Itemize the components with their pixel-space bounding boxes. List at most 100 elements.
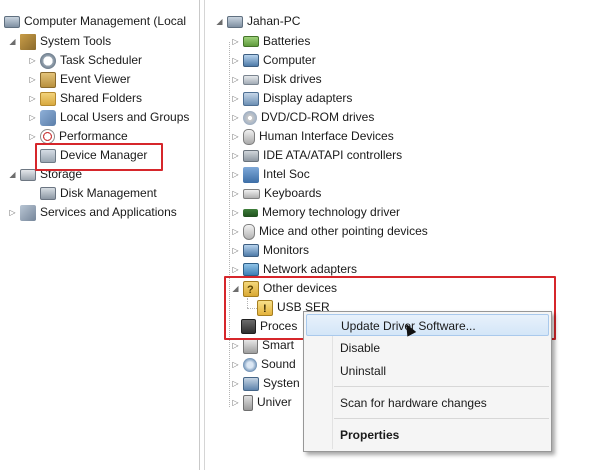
expand-arrow-icon[interactable]: ▷ xyxy=(28,108,37,127)
menu-separator xyxy=(334,386,549,387)
device-category-disk-drives[interactable]: ▷ Disk drives xyxy=(231,70,322,89)
expand-arrow-icon[interactable]: ▷ xyxy=(231,374,240,393)
expand-arrow-icon[interactable]: ▷ xyxy=(28,127,37,146)
device-category-ide-ata-atapi[interactable]: ▷ IDE ATA/ATAPI controllers xyxy=(231,146,402,165)
device-category-batteries[interactable]: ▷ Batteries xyxy=(231,32,310,51)
menu-item-properties[interactable]: Properties xyxy=(304,424,551,446)
expand-arrow-icon[interactable]: ▷ xyxy=(28,89,37,108)
expand-arrow-icon[interactable]: ▷ xyxy=(231,203,240,222)
expand-arrow-icon[interactable]: ▷ xyxy=(231,32,240,51)
event-viewer-icon xyxy=(40,71,56,88)
computer-icon xyxy=(227,15,243,28)
device-category-label: Sound xyxy=(261,357,296,371)
device-category-usb-controllers[interactable]: ▷ Univer xyxy=(231,393,292,412)
console-tree-pane[interactable]: Computer Management (Local ◢ System Tool… xyxy=(0,0,200,470)
tree-node-performance[interactable]: ▷ Performance xyxy=(28,127,128,146)
device-category-other-devices[interactable]: ◢ Other devices xyxy=(231,279,337,300)
expand-arrow-icon[interactable]: ▷ xyxy=(231,260,240,279)
expand-arrow-icon[interactable]: ▷ xyxy=(231,146,240,165)
tree-node-disk-management[interactable]: Disk Management xyxy=(40,184,157,203)
computer-management-icon xyxy=(4,15,20,28)
device-category-mice[interactable]: ▷ Mice and other pointing devices xyxy=(231,222,428,241)
tools-icon xyxy=(20,33,36,50)
expand-arrow-icon[interactable]: ▷ xyxy=(231,51,240,70)
device-category-memory-technology-driver[interactable]: ▷ Memory technology driver xyxy=(231,203,400,222)
keyboard-icon xyxy=(243,188,260,199)
device-category-label: Batteries xyxy=(263,34,311,48)
device-category-label: Keyboards xyxy=(264,186,322,200)
battery-icon xyxy=(243,36,259,47)
tree-label: Computer Management (Local xyxy=(24,14,187,28)
device-category-label: Proces xyxy=(260,319,298,333)
collapse-arrow-icon[interactable]: ◢ xyxy=(215,12,224,31)
device-category-label: Network adapters xyxy=(263,262,358,276)
context-menu[interactable]: Update Driver Software... Disable Uninst… xyxy=(303,311,552,452)
device-category-display-adapters[interactable]: ▷ Display adapters xyxy=(231,89,352,108)
device-category-sound[interactable]: ▷ Sound xyxy=(231,355,296,374)
display-adapter-icon xyxy=(243,91,259,106)
tree-node-task-scheduler[interactable]: ▷ Task Scheduler xyxy=(28,51,142,70)
device-category-smart-card[interactable]: ▷ Smart xyxy=(231,336,294,355)
expand-arrow-icon[interactable]: ▷ xyxy=(231,241,240,260)
hid-icon xyxy=(243,128,255,145)
expand-arrow-icon[interactable]: ▷ xyxy=(231,108,240,127)
unknown-device-icon xyxy=(243,280,259,300)
tree-label: System Tools xyxy=(40,34,112,48)
device-category-keyboards[interactable]: ▷ Keyboards xyxy=(231,184,321,203)
device-category-label: Systen xyxy=(263,376,300,390)
expand-arrow-icon[interactable]: ▷ xyxy=(28,51,37,70)
tree-node-system-tools[interactable]: ◢ System Tools xyxy=(8,32,111,51)
expand-arrow-icon[interactable]: ▷ xyxy=(231,336,240,355)
tree-node-jahan-pc[interactable]: ◢ Jahan-PC xyxy=(215,12,300,31)
device-category-intel-soc[interactable]: ▷ Intel Soc xyxy=(231,165,310,184)
device-category-processors[interactable]: Proces xyxy=(241,317,297,336)
expand-arrow-icon[interactable]: ▷ xyxy=(231,184,240,203)
device-category-label: Memory technology driver xyxy=(262,205,401,219)
device-category-network-adapters[interactable]: ▷ Network adapters xyxy=(231,260,357,279)
tree-node-local-users[interactable]: ▷ Local Users and Groups xyxy=(28,108,189,127)
usb-icon xyxy=(243,394,253,411)
tree-label: Disk Management xyxy=(60,186,157,200)
tree-node-services-applications[interactable]: ▷ Services and Applications xyxy=(8,203,177,222)
tree-node-shared-folders[interactable]: ▷ Shared Folders xyxy=(28,89,142,108)
collapse-arrow-icon[interactable]: ◢ xyxy=(231,279,240,298)
expand-arrow-icon[interactable]: ▷ xyxy=(28,70,37,89)
expand-arrow-icon[interactable]: ▷ xyxy=(231,127,240,146)
collapse-arrow-icon[interactable]: ◢ xyxy=(8,32,17,51)
disk-drive-icon xyxy=(243,74,259,85)
menu-separator xyxy=(334,418,549,419)
tree-node-computer-management[interactable]: Computer Management (Local xyxy=(4,12,186,31)
tree-label: Device Manager xyxy=(60,148,148,162)
device-category-label: Computer xyxy=(263,53,316,67)
device-category-dvd-cd-rom[interactable]: ▷ DVD/CD-ROM drives xyxy=(231,108,374,127)
menu-item-scan-hardware[interactable]: Scan for hardware changes xyxy=(304,392,551,414)
tree-node-device-manager[interactable]: Device Manager xyxy=(40,146,147,165)
expand-arrow-icon[interactable]: ▷ xyxy=(8,203,17,222)
device-category-label: IDE ATA/ATAPI controllers xyxy=(263,148,403,162)
collapse-arrow-icon[interactable]: ◢ xyxy=(8,165,17,184)
expand-arrow-icon[interactable]: ▷ xyxy=(231,89,240,108)
tree-node-event-viewer[interactable]: ▷ Event Viewer xyxy=(28,70,130,89)
expand-arrow-icon[interactable]: ▷ xyxy=(231,165,240,184)
device-category-label: Univer xyxy=(257,395,292,409)
device-category-system-devices[interactable]: ▷ Systen xyxy=(231,374,300,393)
device-category-monitors[interactable]: ▷ Monitors xyxy=(231,241,309,260)
dvd-drive-icon xyxy=(243,110,257,125)
tree-label: Task Scheduler xyxy=(60,53,143,67)
device-category-label: Disk drives xyxy=(263,72,322,86)
device-category-label: Display adapters xyxy=(263,91,353,105)
expand-arrow-icon[interactable]: ▷ xyxy=(231,355,240,374)
device-category-computer[interactable]: ▷ Computer xyxy=(231,51,316,70)
menu-item-update-driver[interactable]: Update Driver Software... xyxy=(306,314,549,336)
menu-item-disable[interactable]: Disable xyxy=(304,337,551,359)
expand-arrow-icon[interactable]: ▷ xyxy=(231,70,240,89)
folder-icon xyxy=(40,91,56,106)
mouse-icon xyxy=(243,223,255,240)
expand-arrow-icon[interactable]: ▷ xyxy=(231,393,240,412)
tree-node-storage[interactable]: ◢ Storage xyxy=(8,165,82,184)
tree-label: Shared Folders xyxy=(60,91,143,105)
expand-arrow-icon[interactable]: ▷ xyxy=(231,222,240,241)
device-category-human-interface-devices[interactable]: ▷ Human Interface Devices xyxy=(231,127,394,146)
clock-icon xyxy=(40,52,56,69)
menu-item-uninstall[interactable]: Uninstall xyxy=(304,360,551,382)
